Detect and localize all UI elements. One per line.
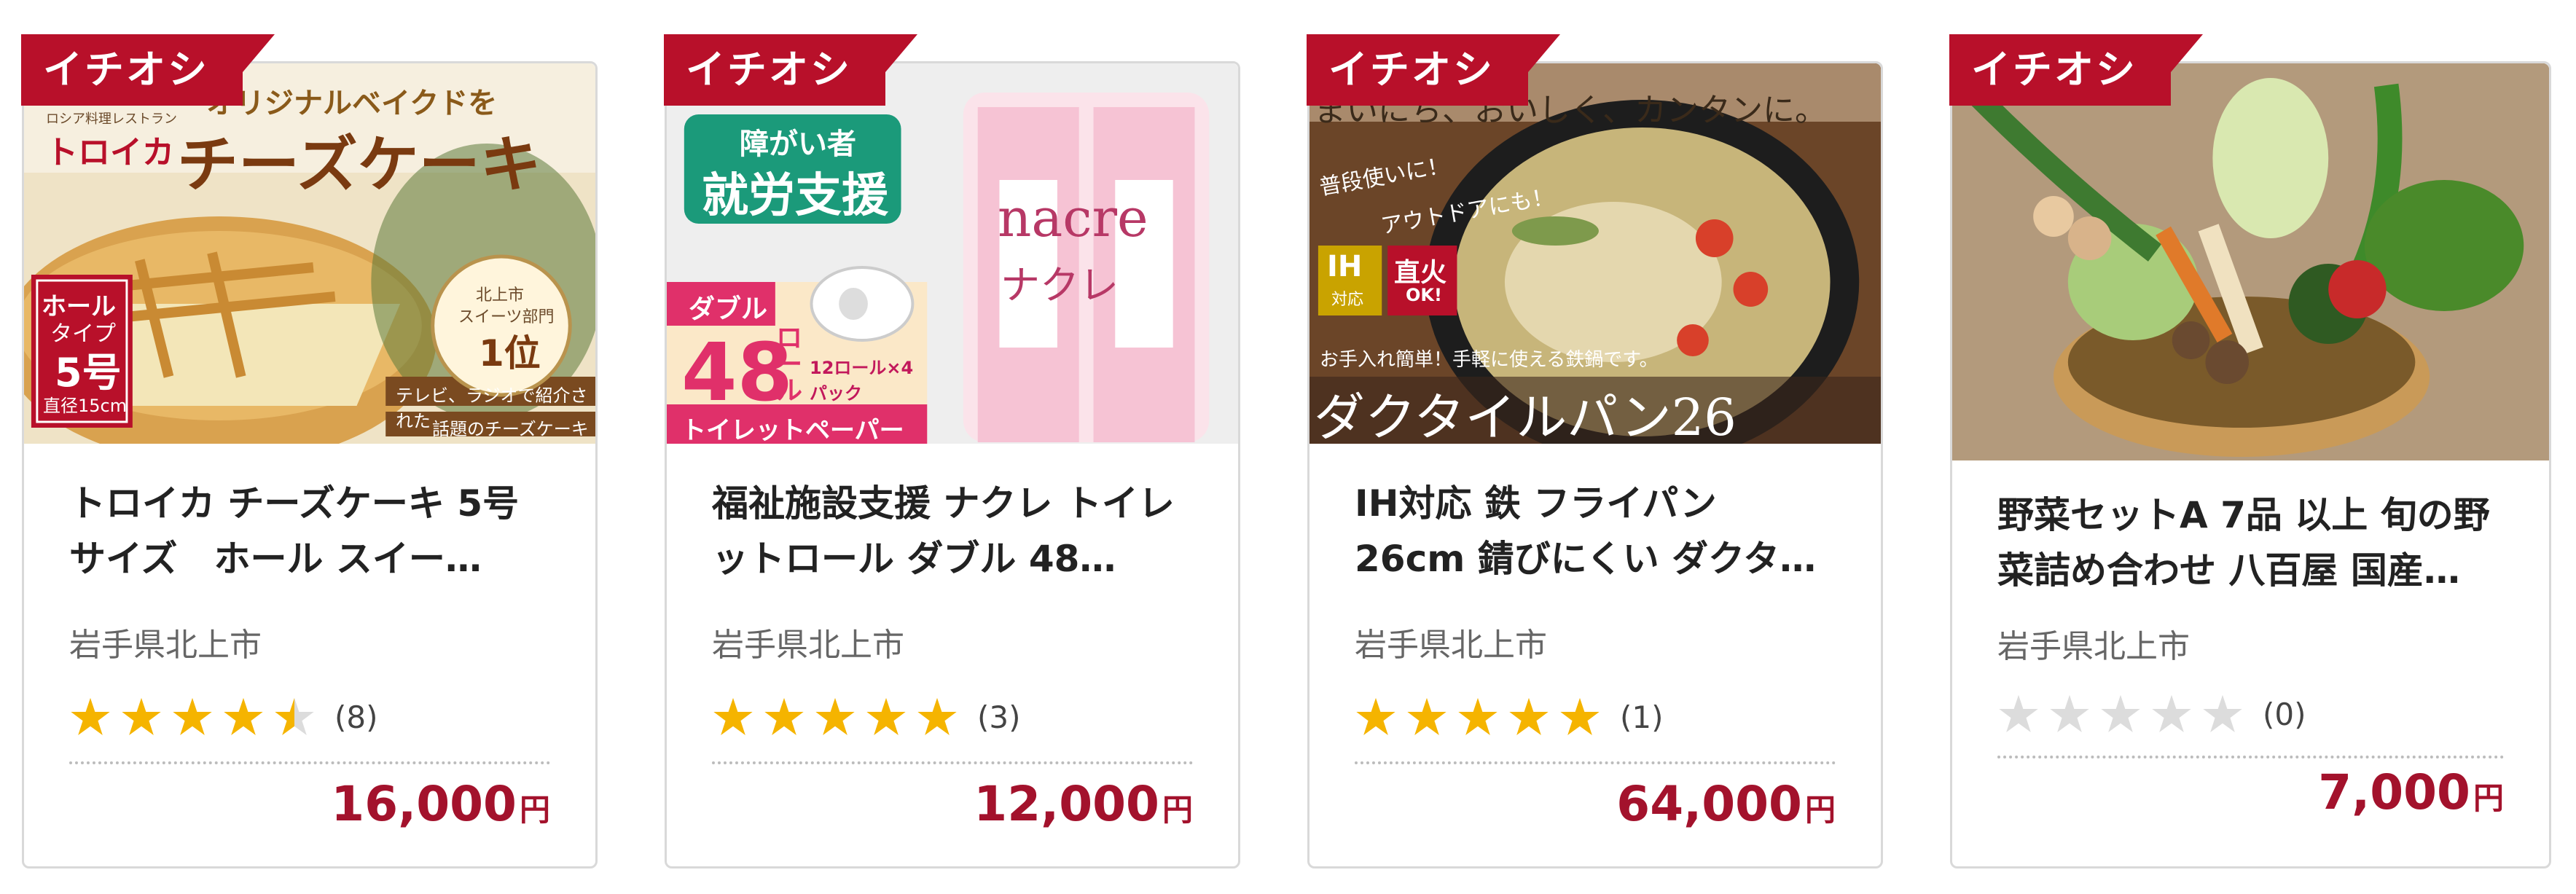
recommend-ribbon: イチオシ bbox=[21, 34, 275, 106]
star-icon bbox=[2152, 694, 2191, 732]
star-icon bbox=[275, 697, 314, 735]
product-title[interactable]: 福祉施設支援 ナクレ トイレットロール ダブル 48… bbox=[712, 476, 1193, 587]
star-icon bbox=[764, 697, 804, 735]
star-icon bbox=[2203, 694, 2242, 732]
star-icon bbox=[173, 697, 212, 735]
product-card[interactable]: イチオシ 野菜セットA 7品 以上 旬の野菜詰め合わせ 八百屋 国産 B0394… bbox=[1949, 34, 2551, 868]
star-icon bbox=[2050, 694, 2089, 732]
product-price: 7,000円 bbox=[1997, 764, 2504, 820]
star-icon bbox=[1458, 697, 1498, 735]
star-rating: (3) bbox=[712, 694, 1193, 740]
star-rating: (8) bbox=[69, 694, 550, 740]
product-price: 12,000円 bbox=[712, 776, 1193, 832]
star-icon bbox=[1356, 697, 1395, 735]
star-rating: (1) bbox=[1355, 694, 1836, 740]
star-icon bbox=[71, 697, 110, 735]
divider bbox=[1997, 756, 2504, 758]
product-location: 岩手県北上市 bbox=[712, 627, 904, 664]
image-overlay-text: まいにち、おいしく、カンタンに。 普段使いに！ アウトドアにも！ IH 対応 直… bbox=[1314, 92, 1827, 444]
star-icon bbox=[713, 697, 753, 735]
product-card[interactable]: イチオシ オリジナルベイクドを ロシア料理レストラン トロイカ チーズケーキ ホ… bbox=[21, 34, 598, 868]
product-image[interactable]: まいにち、おいしく、カンタンに。 普段使いに！ アウトドアにも！ IH 対応 直… bbox=[1309, 63, 1881, 444]
star-icon bbox=[1407, 697, 1446, 735]
star-icon bbox=[1509, 697, 1549, 735]
product-image[interactable]: 障がい者 就労支援 ダブル 48 ロール 12ロール×4パック トイレットペーパ… bbox=[667, 63, 1238, 444]
recommend-ribbon: イチオシ bbox=[1307, 34, 1560, 106]
currency-label: 円 bbox=[1162, 792, 1193, 828]
review-count: (0) bbox=[2263, 696, 2306, 732]
product-card[interactable]: イチオシ 障がい者 就労支援 ダブル 48 ロール 12ロール×4パック トイレ… bbox=[664, 34, 1240, 868]
image-overlay-text: オリジナルベイクドを ロシア料理レストラン トロイカ チーズケーキ ホール タイ… bbox=[42, 87, 589, 439]
review-count: (1) bbox=[1620, 699, 1664, 735]
product-location: 岩手県北上市 bbox=[1997, 628, 2190, 665]
review-count: (8) bbox=[334, 699, 378, 735]
star-icon bbox=[866, 697, 906, 735]
product-card[interactable]: イチオシ まいにち、おいしく、カンタンに。 普段使いに！ アウトドアにも！ IH… bbox=[1307, 34, 1883, 868]
divider bbox=[69, 761, 550, 764]
recommend-ribbon: イチオシ bbox=[664, 34, 917, 106]
star-rating: (0) bbox=[1997, 691, 2504, 737]
product-image[interactable] bbox=[1952, 63, 2549, 460]
star-icon bbox=[917, 697, 957, 735]
currency-label: 円 bbox=[519, 792, 550, 828]
product-price: 64,000円 bbox=[1355, 776, 1836, 832]
product-title[interactable]: トロイカ チーズケーキ 5号サイズ ホール スイー… bbox=[69, 476, 550, 587]
product-title[interactable]: 野菜セットA 7品 以上 旬の野菜詰め合わせ 八百屋 国産 B0394 bbox=[1997, 487, 2504, 598]
currency-label: 円 bbox=[2473, 780, 2504, 816]
price-value: 12,000 bbox=[974, 776, 1159, 832]
divider bbox=[1355, 761, 1836, 764]
star-icon bbox=[1560, 697, 1600, 735]
star-icon bbox=[122, 697, 161, 735]
product-location: 岩手県北上市 bbox=[1355, 627, 1547, 664]
price-value: 7,000 bbox=[2318, 764, 2470, 820]
product-title[interactable]: IH対応 鉄 フライパン 26cm 錆びにくい ダクタイ… bbox=[1355, 476, 1836, 587]
price-value: 16,000 bbox=[331, 776, 517, 832]
price-value: 64,000 bbox=[1616, 776, 1802, 832]
product-image[interactable]: オリジナルベイクドを ロシア料理レストラン トロイカ チーズケーキ ホール タイ… bbox=[24, 63, 595, 444]
divider bbox=[712, 761, 1193, 764]
product-price: 16,000円 bbox=[69, 776, 550, 832]
star-icon bbox=[1999, 694, 2038, 732]
product-location: 岩手県北上市 bbox=[69, 627, 262, 664]
star-icon bbox=[815, 697, 855, 735]
recommend-ribbon: イチオシ bbox=[1949, 34, 2203, 106]
review-count: (3) bbox=[977, 699, 1021, 735]
image-overlay-text: 障がい者 就労支援 ダブル 48 ロール 12ロール×4パック トイレットペーパ… bbox=[681, 128, 1148, 444]
star-icon bbox=[224, 697, 263, 735]
currency-label: 円 bbox=[1804, 792, 1836, 828]
star-icon bbox=[2101, 694, 2140, 732]
